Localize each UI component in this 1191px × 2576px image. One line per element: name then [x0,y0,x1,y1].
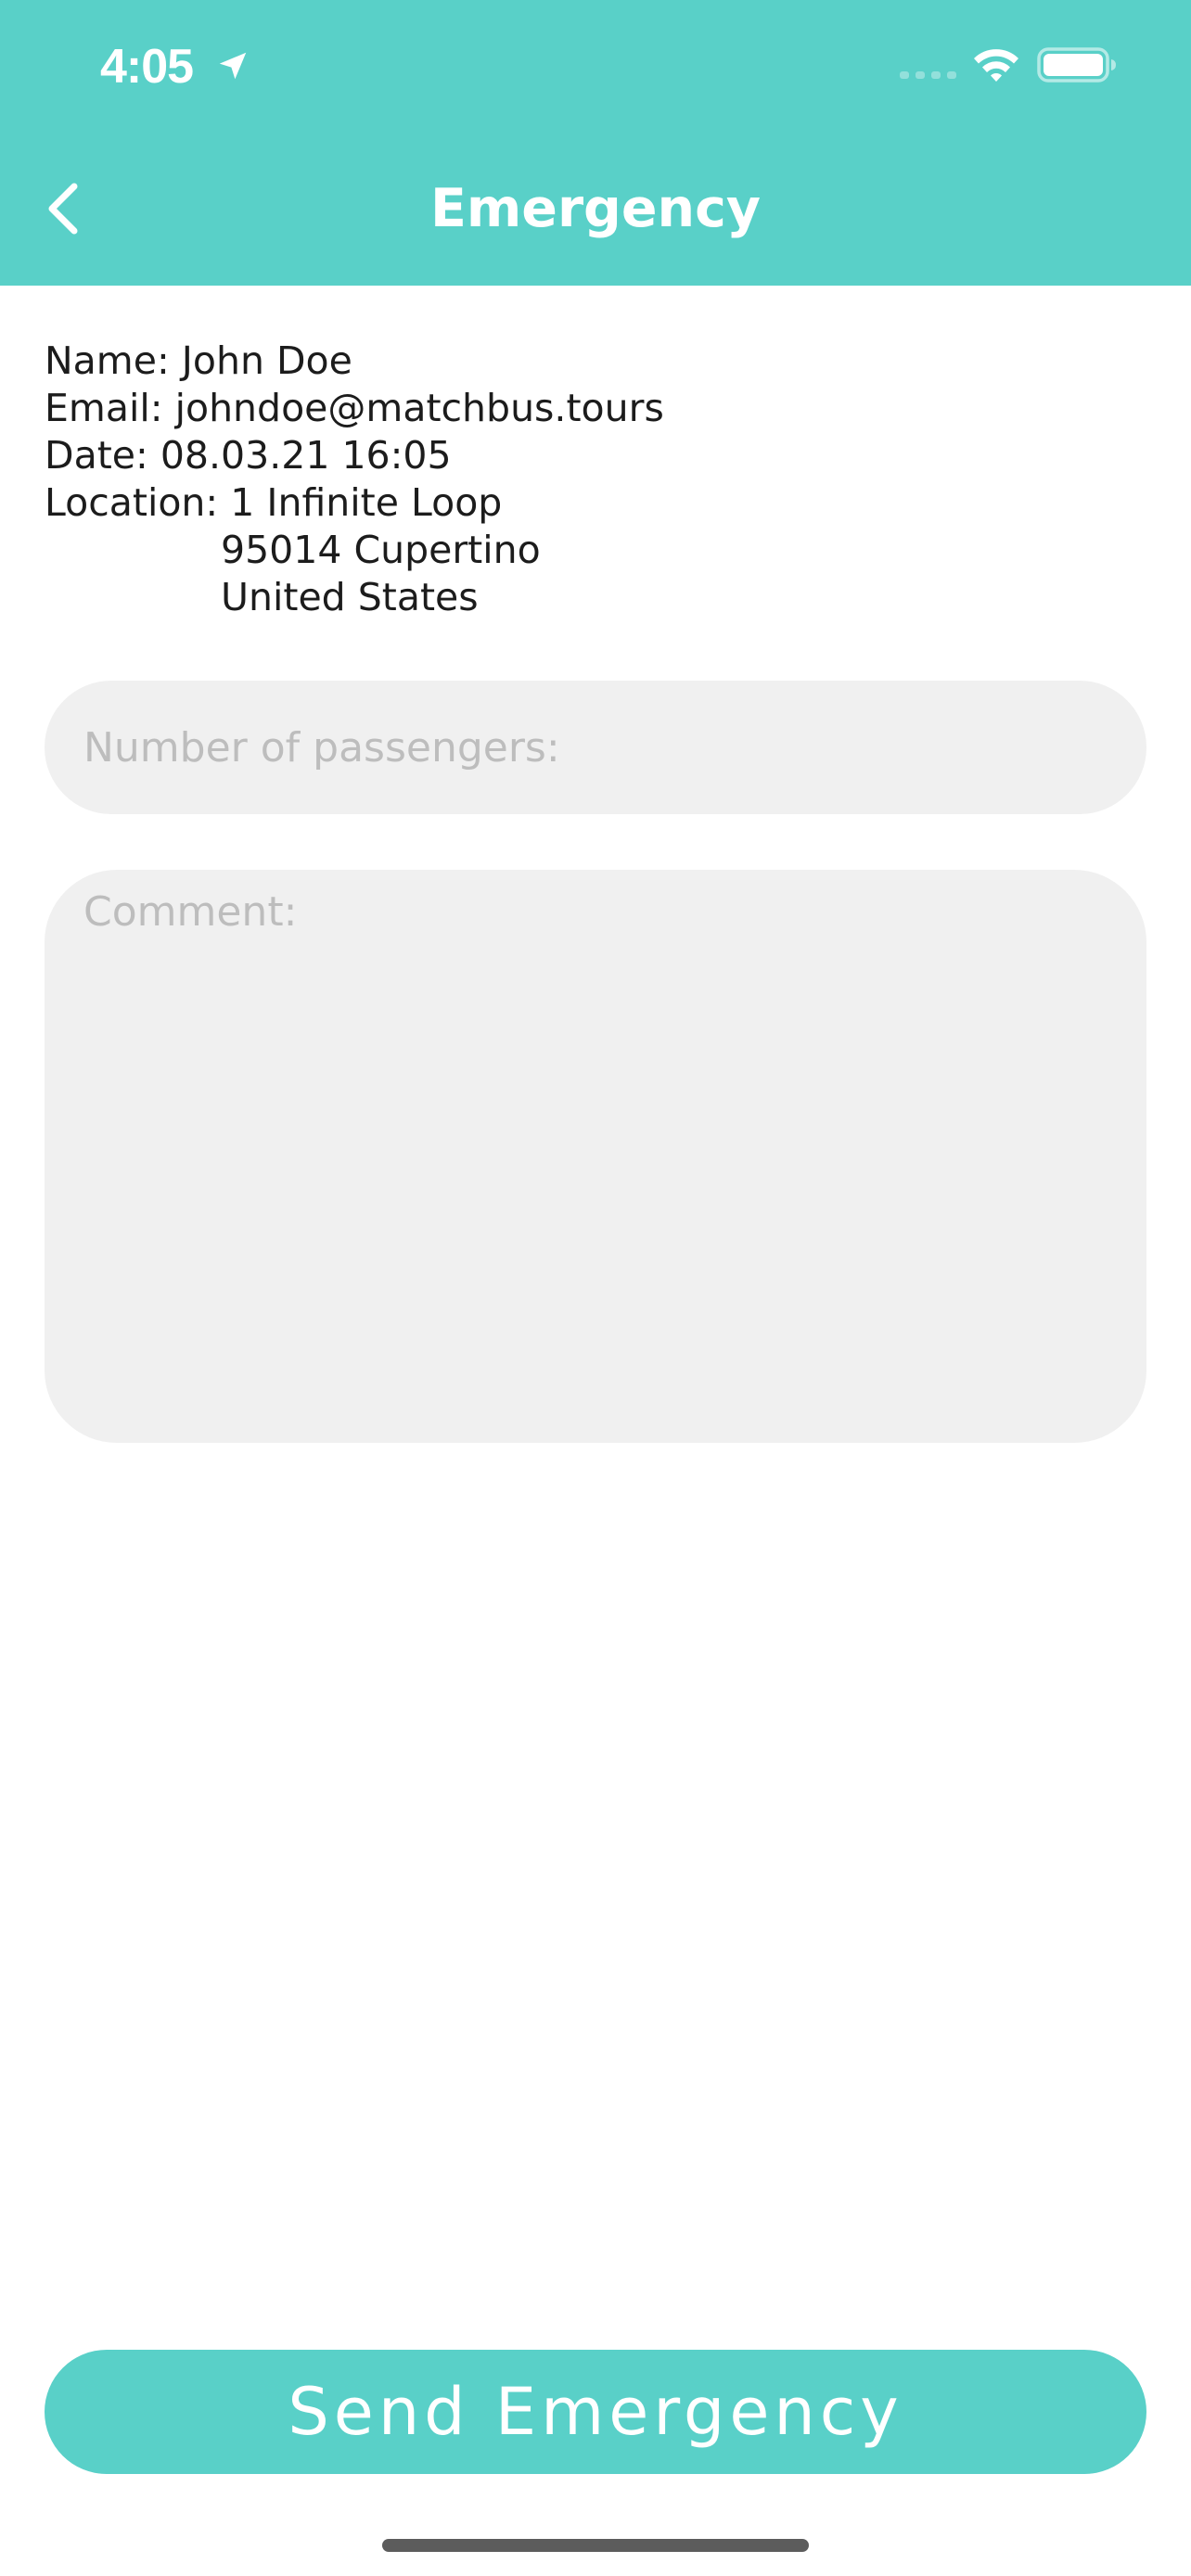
page-title: Emergency [429,178,762,239]
signal-icon [900,71,956,79]
location-arrow-icon [219,52,247,80]
back-button[interactable] [33,167,93,250]
emergency-info: Name: John Doe Email: johndoe@matchbus.t… [45,338,1139,621]
battery-icon [1037,47,1116,83]
chevron-left-icon [48,183,78,235]
info-location-country: United States [221,575,479,619]
comment-input[interactable] [45,870,1146,1443]
info-date: Date: 08.03.21 16:05 [45,433,452,478]
info-name: Name: John Doe [45,338,352,383]
app-header: 4:05 Emergency [0,0,1191,286]
passengers-input[interactable] [45,681,1146,814]
home-indicator [382,2539,809,2552]
info-location: Location: 1 Infinite Loop [45,480,503,525]
wifi-icon [974,49,1018,82]
status-time: 4:05 [100,40,194,94]
info-location-city: 95014 Cupertino [221,528,541,572]
info-email: Email: johndoe@matchbus.tours [45,386,664,430]
send-emergency-button[interactable]: Send Emergency [45,2350,1146,2474]
